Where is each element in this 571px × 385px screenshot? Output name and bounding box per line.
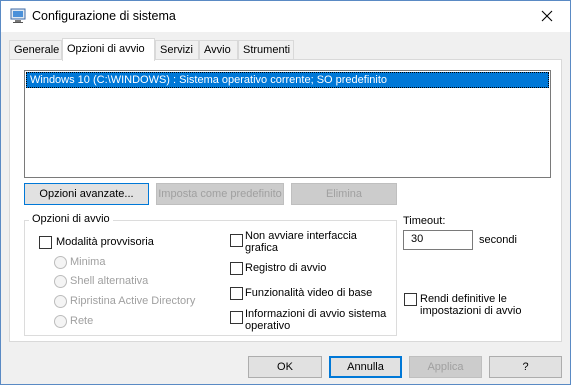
network-label: Rete (70, 315, 94, 327)
set-default-button[interactable]: Imposta come predefinito (156, 183, 284, 205)
make-permanent-label: Rendi definitive le impostazioni di avvi… (420, 293, 522, 317)
window-title: Configurazione di sistema (32, 9, 176, 23)
tab-label: Opzioni di avvio (67, 43, 145, 55)
minimal-label: Minima (70, 256, 106, 268)
ad-repair-label: Ripristina Active Directory (70, 295, 196, 307)
title-bar[interactable]: Configurazione di sistema (1, 1, 570, 32)
msconfig-icon (10, 8, 26, 24)
tab-avvio[interactable]: Avvio (199, 40, 238, 60)
network-radio[interactable] (54, 315, 67, 328)
system-configuration-window: Configurazione di sistema Generale Opzio… (0, 0, 571, 385)
make-permanent-checkbox[interactable] (404, 293, 417, 306)
os-boot-info-label: Informazioni di avvio sistema operativo (245, 308, 387, 332)
timeout-label: Timeout: (403, 215, 446, 227)
help-button[interactable]: ? (489, 356, 562, 378)
tab-opzioni-di-avvio[interactable]: Opzioni di avvio (62, 38, 155, 61)
delete-button[interactable]: Elimina (291, 183, 397, 205)
minimal-radio[interactable] (54, 256, 67, 269)
cancel-button[interactable]: Annulla (329, 356, 402, 378)
safe-boot-label: Modalità provvisoria (56, 236, 154, 248)
tab-label: Strumenti (243, 44, 291, 56)
advanced-options-button[interactable]: Opzioni avanzate... (24, 183, 149, 205)
tab-label: Avvio (204, 44, 231, 56)
os-list[interactable]: Windows 10 (C:\WINDOWS) : Sistema operat… (24, 70, 551, 178)
tab-label: Servizi (160, 44, 194, 56)
safe-boot-checkbox[interactable] (39, 236, 52, 249)
boot-log-checkbox[interactable] (230, 262, 243, 275)
apply-button[interactable]: Applica (409, 356, 482, 378)
tab-strumenti[interactable]: Strumenti (238, 40, 294, 60)
boot-log-label: Registro di avvio (245, 262, 327, 274)
base-video-checkbox[interactable] (230, 287, 243, 300)
no-gui-boot-label: Non avviare interfaccia grafica (245, 230, 357, 254)
tab-generale[interactable]: Generale (9, 40, 62, 60)
timeout-unit: secondi (479, 234, 517, 246)
alternate-shell-label: Shell alternativa (70, 275, 149, 287)
os-boot-info-checkbox[interactable] (230, 311, 243, 324)
boot-options-title: Opzioni di avvio (29, 213, 113, 225)
base-video-label: Funzionalità video di base (245, 287, 373, 299)
tab-servizi[interactable]: Servizi (155, 40, 199, 60)
ad-repair-radio[interactable] (54, 295, 67, 308)
no-gui-boot-checkbox[interactable] (230, 234, 243, 247)
close-icon[interactable] (524, 1, 570, 31)
timeout-input[interactable]: 30 (403, 230, 473, 250)
tab-label: Generale (14, 44, 60, 56)
alternate-shell-radio[interactable] (54, 275, 67, 288)
ok-button[interactable]: OK (248, 356, 322, 378)
os-list-item[interactable]: Windows 10 (C:\WINDOWS) : Sistema operat… (26, 72, 549, 88)
